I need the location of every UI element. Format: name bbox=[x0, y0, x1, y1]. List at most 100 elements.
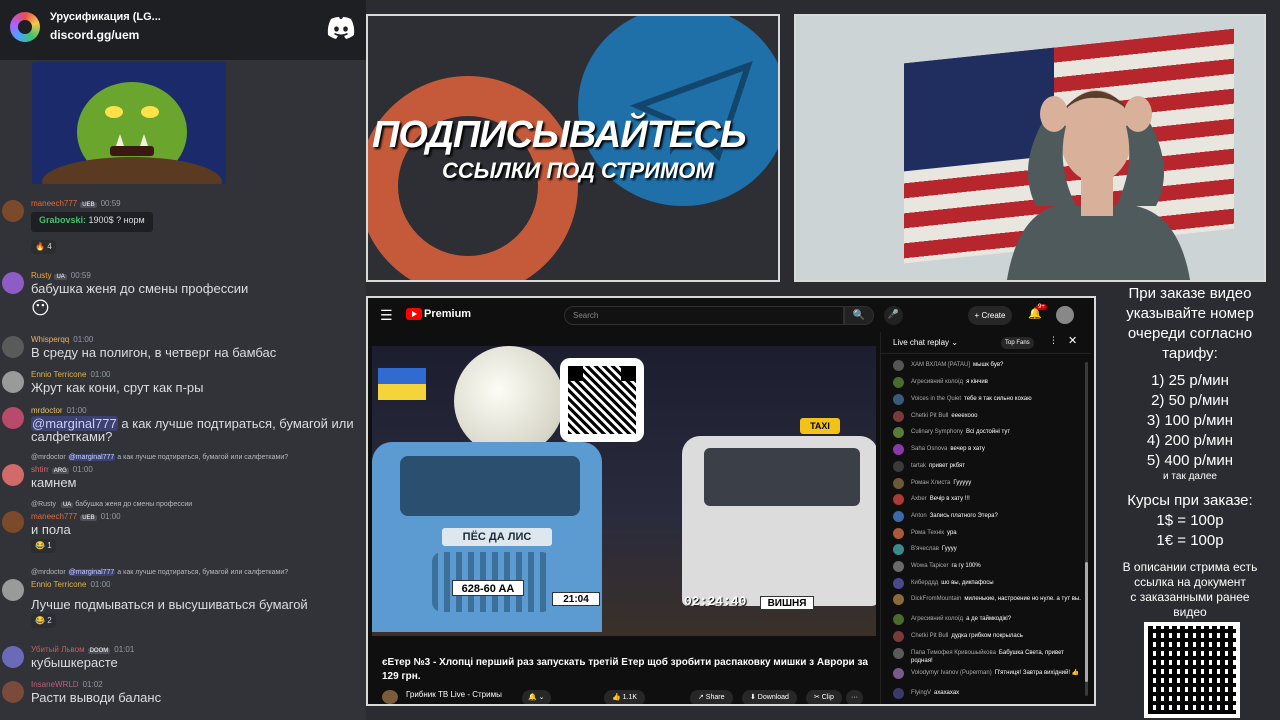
video-title: єЕтер №3 - Хлопці перший раз запускать т… bbox=[382, 657, 868, 682]
chat-user-avatar[interactable] bbox=[893, 478, 904, 489]
chat-scrollbar[interactable] bbox=[1085, 362, 1088, 696]
more-actions-button[interactable]: ··· bbox=[846, 690, 863, 704]
create-button[interactable]: + Create bbox=[968, 306, 1012, 325]
channel-avatar[interactable] bbox=[382, 690, 398, 704]
live-chat-mode-dropdown[interactable]: Live chat replay ⌄ bbox=[893, 338, 958, 347]
message-author[interactable]: InsaneWRLD 01:02 bbox=[31, 680, 103, 689]
user-avatar[interactable] bbox=[2, 464, 24, 486]
user-avatar[interactable] bbox=[2, 579, 24, 601]
user-avatar[interactable] bbox=[2, 646, 24, 668]
chat-user-avatar[interactable] bbox=[893, 377, 904, 388]
message-author[interactable]: Whisperqq 01:00 bbox=[31, 335, 93, 344]
account-avatar[interactable] bbox=[1056, 306, 1074, 324]
like-button[interactable]: 👍 1.1K bbox=[604, 690, 646, 704]
reply-preview[interactable]: @mrdoctor @marginal777 а как лучше подти… bbox=[31, 454, 288, 461]
chat-author[interactable]: Saha Osnova bbox=[911, 446, 947, 452]
discord-header: Урусификация (LG... discord.gg/uem bbox=[0, 0, 366, 60]
chat-user-avatar[interactable] bbox=[893, 668, 904, 679]
video-player[interactable]: ПЁС ДА ЛИС 628-60 AA 21:04 TAXI 02:24:40… bbox=[372, 346, 876, 636]
message-author[interactable]: maneech777 UEB 00:59 bbox=[31, 199, 121, 208]
chat-author[interactable]: ХАМ ВХЛАМ [PATAU] bbox=[911, 362, 970, 368]
share-button[interactable]: ↗ Share bbox=[690, 690, 733, 704]
chat-author[interactable]: В'ячеслав bbox=[911, 546, 939, 552]
search-input[interactable]: Search bbox=[564, 306, 844, 325]
chat-author-and-text: Киберддд шо вы, дикпафосы bbox=[911, 579, 1083, 587]
reply-preview[interactable]: @Rusty UA бабушка женя до смены професси… bbox=[31, 501, 192, 508]
top-fans-button[interactable]: Top Fans bbox=[1001, 337, 1034, 349]
channel-name[interactable]: Грибник ТВ Live - Стримы bbox=[406, 690, 502, 699]
chat-text: тебе я так сильно кохаю bbox=[964, 396, 1032, 402]
chat-user-avatar[interactable] bbox=[893, 578, 904, 589]
user-avatar[interactable] bbox=[2, 511, 24, 533]
search-icon[interactable]: 🔍 bbox=[844, 306, 874, 325]
user-avatar[interactable] bbox=[2, 681, 24, 703]
chat-user-avatar[interactable] bbox=[893, 544, 904, 555]
message-author[interactable]: shtirr ARG 01:00 bbox=[31, 465, 93, 474]
reply-preview[interactable]: @mrdoctor @marginal777 а как лучше подти… bbox=[31, 569, 288, 576]
user-avatar[interactable] bbox=[2, 272, 24, 294]
reaction[interactable]: 😂 1 bbox=[31, 539, 56, 553]
reaction[interactable]: 🔥 4 bbox=[31, 240, 56, 254]
download-button[interactable]: ⬇ Download bbox=[742, 690, 797, 704]
youtube-brand[interactable]: Premium bbox=[424, 308, 471, 320]
user-avatar[interactable] bbox=[2, 407, 24, 429]
chat-user-avatar[interactable] bbox=[893, 528, 904, 539]
message-author[interactable]: Убитый Львом DOOM 01:01 bbox=[31, 645, 134, 654]
message-author[interactable]: Rusty UA 00:59 bbox=[31, 271, 91, 280]
chat-author[interactable]: Киберддд bbox=[911, 580, 938, 586]
clip-button[interactable]: ✂ Clip bbox=[806, 690, 842, 704]
chat-user-avatar[interactable] bbox=[893, 688, 904, 699]
close-icon[interactable]: ✕ bbox=[1068, 334, 1077, 347]
chat-user-avatar[interactable] bbox=[893, 427, 904, 438]
chat-author[interactable]: Chetki Pit Bull bbox=[911, 633, 948, 639]
qr-code-image bbox=[1144, 622, 1240, 718]
chat-author[interactable]: Voices in the Quiet bbox=[911, 396, 961, 402]
message-author[interactable]: maneech777 UEB 01:00 bbox=[31, 512, 121, 521]
description-note: ссылка на документ bbox=[1134, 575, 1246, 589]
chat-author[interactable]: Wowa Tapicer bbox=[911, 563, 948, 569]
chat-user-avatar[interactable] bbox=[893, 360, 904, 371]
user-avatar[interactable] bbox=[2, 336, 24, 358]
chat-author[interactable]: Volodymyr Ivanov (Puperman) bbox=[911, 670, 992, 676]
chat-user-avatar[interactable] bbox=[893, 614, 904, 625]
chat-user-avatar[interactable] bbox=[893, 461, 904, 472]
chat-author[interactable]: Агресивний колоїд bbox=[911, 379, 963, 385]
chat-author[interactable]: Culinary Symphony bbox=[911, 429, 963, 435]
chat-user-avatar[interactable] bbox=[893, 494, 904, 505]
chat-author[interactable]: Папа Тимофея Кривошыйкова bbox=[911, 650, 996, 656]
chat-author[interactable]: Anton bbox=[911, 513, 927, 519]
microphone-icon[interactable]: 🎤 bbox=[884, 306, 903, 325]
chat-author[interactable]: Chetki Pit Bull bbox=[911, 413, 948, 419]
message-author[interactable]: mrdoctor 01:00 bbox=[31, 406, 87, 415]
user-avatar[interactable] bbox=[2, 200, 24, 222]
message-author[interactable]: Ennio Terricone 01:00 bbox=[31, 580, 110, 589]
invite-link[interactable]: discord.gg/uem bbox=[50, 28, 139, 42]
reaction[interactable]: 😂 2 bbox=[31, 614, 56, 628]
more-options-icon[interactable]: ⋮ bbox=[1049, 336, 1058, 346]
hamburger-menu-icon[interactable]: ☰ bbox=[380, 308, 393, 324]
chat-user-avatar[interactable] bbox=[893, 444, 904, 455]
user-avatar[interactable] bbox=[2, 371, 24, 393]
chat-user-avatar[interactable] bbox=[893, 411, 904, 422]
chat-author[interactable]: Роман Хлиста bbox=[911, 480, 950, 486]
chat-author[interactable]: Агресивний колоїд bbox=[911, 616, 963, 622]
lol-emoji-icon: 😂 bbox=[35, 616, 45, 625]
chat-user-avatar[interactable] bbox=[893, 394, 904, 405]
message-author[interactable]: Ennio Terricone 01:00 bbox=[31, 370, 110, 379]
chat-author[interactable]: Рома Технік bbox=[911, 530, 944, 536]
chat-user-avatar[interactable] bbox=[893, 648, 904, 659]
chat-user-avatar[interactable] bbox=[893, 631, 904, 642]
chat-user-avatar[interactable] bbox=[893, 561, 904, 572]
chat-author[interactable]: Axber bbox=[911, 496, 927, 502]
moon-image bbox=[454, 346, 564, 456]
notify-bell-icon[interactable]: 🔔 ⌄ bbox=[522, 690, 551, 704]
tariff-item: 2) 50 р/мин bbox=[1151, 392, 1229, 409]
youtube-topbar: ☰ Premium Search 🔍 🎤 + Create 🔔 9+ bbox=[368, 298, 1094, 332]
chat-user-avatar[interactable] bbox=[893, 511, 904, 522]
youtube-logo-icon[interactable] bbox=[406, 308, 422, 320]
chat-author[interactable]: DickFromMountain bbox=[911, 596, 961, 602]
chat-user-avatar[interactable] bbox=[893, 594, 904, 605]
chat-author[interactable]: tartak bbox=[911, 463, 926, 469]
tariff-item: 5) 400 р/мин bbox=[1146, 452, 1234, 469]
chat-author[interactable]: FlyingV bbox=[911, 690, 931, 696]
